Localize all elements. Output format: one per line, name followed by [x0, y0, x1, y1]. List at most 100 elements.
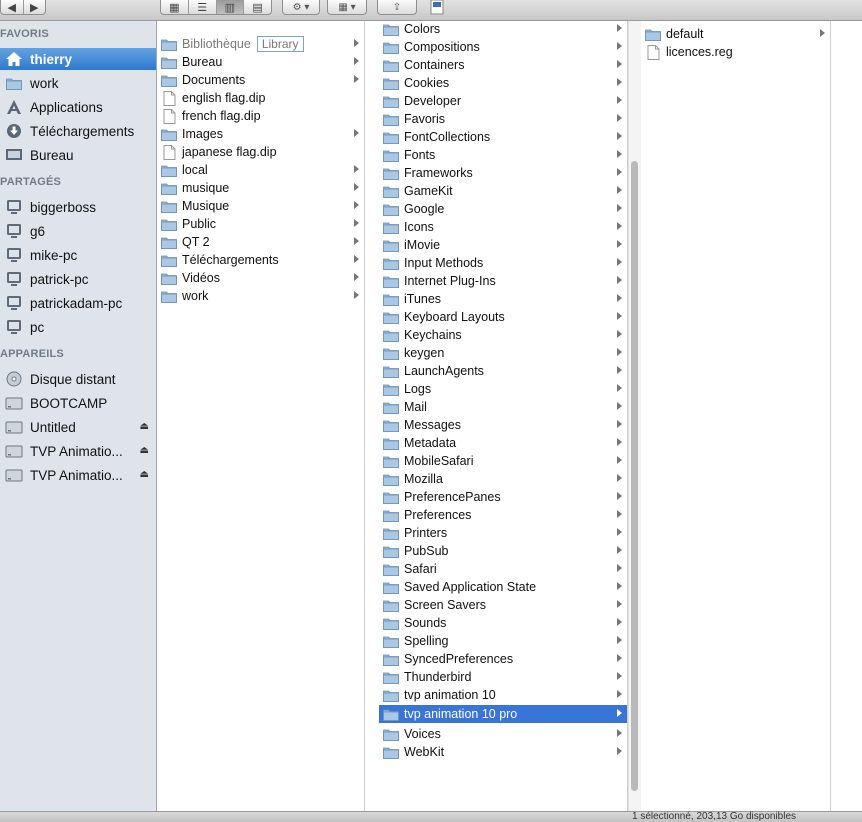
folder-row[interactable]: Colors: [379, 20, 627, 38]
sidebar-item[interactable]: thierry: [0, 48, 156, 70]
folder-row[interactable]: Téléchargements: [157, 251, 364, 269]
folder-row[interactable]: keygen: [379, 344, 627, 362]
sidebar-item[interactable]: biggerboss: [0, 196, 156, 218]
sidebar-item[interactable]: patrickadam-pc: [0, 292, 156, 314]
folder-row[interactable]: musique: [157, 179, 364, 197]
eject-icon[interactable]: ⏏: [140, 445, 149, 456]
folder-row[interactable]: Internet Plug-Ins: [379, 272, 627, 290]
folder-row[interactable]: Voices: [379, 725, 627, 743]
folder-row[interactable]: Public: [157, 215, 364, 233]
folder-row[interactable]: Fonts: [379, 146, 627, 164]
column-view-icon[interactable]: ▥: [216, 0, 245, 14]
forward-icon[interactable]: ▶: [24, 0, 46, 14]
folder-row[interactable]: PubSub: [379, 542, 627, 560]
folder-row[interactable]: tvp animation 10: [379, 686, 627, 704]
folder-row[interactable]: FontCollections: [379, 128, 627, 146]
folder-row[interactable]: Cookies: [379, 74, 627, 92]
folder-row[interactable]: Sounds: [379, 614, 627, 632]
back-icon[interactable]: ◀: [1, 0, 24, 14]
folder-row[interactable]: Compositions: [379, 38, 627, 56]
folder-row[interactable]: default: [641, 25, 830, 43]
folder-row[interactable]: Documents: [157, 71, 364, 89]
folder-row[interactable]: Logs: [379, 380, 627, 398]
folder-row[interactable]: Spelling: [379, 632, 627, 650]
icon-view-icon[interactable]: ▦: [161, 0, 189, 14]
list-view-icon[interactable]: ☰: [189, 0, 217, 14]
folder-row[interactable]: local: [157, 161, 364, 179]
item-label: Saved Application State: [404, 580, 537, 594]
item-label: musique: [182, 181, 230, 195]
item-label: Documents: [182, 73, 246, 87]
column-library[interactable]: Colors Compositions Containers Cookies Devel…: [379, 21, 628, 811]
back-forward-control[interactable]: ◀ ▶: [0, 0, 46, 15]
folder-row[interactable]: Keychains: [379, 326, 627, 344]
folder-row[interactable]: Input Methods: [379, 254, 627, 272]
folder-row[interactable]: work: [157, 287, 364, 305]
folder-row[interactable]: Developer: [379, 92, 627, 110]
folder-row[interactable]: Mozilla: [379, 470, 627, 488]
column-library-scrollbar[interactable]: [628, 21, 641, 811]
folder-row[interactable]: Bibliothèque Library: [157, 35, 364, 53]
folder-row[interactable]: Metadata: [379, 434, 627, 452]
share-button[interactable]: ⇪: [377, 0, 417, 15]
folder-row[interactable]: MobileSafari: [379, 452, 627, 470]
folder-row[interactable]: Icons: [379, 218, 627, 236]
scrollbar-thumb[interactable]: [631, 161, 638, 791]
folder-row[interactable]: QT 2: [157, 233, 364, 251]
folder-row[interactable]: Screen Savers: [379, 596, 627, 614]
column-home[interactable]: Bibliothèque Library Bureau Documents englis…: [157, 21, 365, 811]
folder-row[interactable]: PreferencePanes: [379, 488, 627, 506]
folder-row[interactable]: Saved Application State: [379, 578, 627, 596]
folder-row[interactable]: Vidéos: [157, 269, 364, 287]
sidebar-item[interactable]: Applications: [0, 96, 156, 118]
sidebar-item[interactable]: Untitled ⏏: [0, 416, 156, 438]
arrange-menu-button[interactable]: ▦ ▾: [327, 0, 367, 15]
file-row[interactable]: english flag.dip: [157, 89, 364, 107]
file-row[interactable]: japanese flag.dip: [157, 143, 364, 161]
sidebar-item[interactable]: mike-pc: [0, 244, 156, 266]
coverflow-view-icon[interactable]: ▤: [244, 0, 271, 14]
folder-row[interactable]: iMovie: [379, 236, 627, 254]
folder-row[interactable]: GameKit: [379, 182, 627, 200]
folder-row[interactable]: Printers: [379, 524, 627, 542]
folder-row[interactable]: tvp animation 10 pro: [379, 705, 627, 723]
folder-row[interactable]: LaunchAgents: [379, 362, 627, 380]
view-mode-control[interactable]: ▦ ☰ ▥ ▤: [160, 0, 272, 15]
folder-row[interactable]: Preferences: [379, 506, 627, 524]
sidebar-item[interactable]: Bureau: [0, 144, 156, 166]
file-row[interactable]: licences.reg: [641, 43, 830, 61]
sidebar-item[interactable]: pc: [0, 316, 156, 338]
column-tvp-animation[interactable]: default licences.reg: [641, 21, 831, 811]
folder-row[interactable]: Containers: [379, 56, 627, 74]
folder-row[interactable]: Thunderbird: [379, 668, 627, 686]
folder-row[interactable]: WebKit: [379, 743, 627, 761]
file-row[interactable]: french flag.dip: [157, 107, 364, 125]
sidebar-item[interactable]: work: [0, 72, 156, 94]
toolbar-file-icon[interactable]: [428, 0, 446, 15]
folder-icon: [161, 73, 177, 87]
folder-row[interactable]: Keyboard Layouts: [379, 308, 627, 326]
sidebar-item[interactable]: Téléchargements: [0, 120, 156, 142]
sidebar-item[interactable]: Disque distant: [0, 368, 156, 390]
sidebar-item[interactable]: BOOTCAMP: [0, 392, 156, 414]
sidebar-item[interactable]: TVP Animatio... ⏏: [0, 464, 156, 486]
folder-row[interactable]: Safari: [379, 560, 627, 578]
folder-row[interactable]: Mail: [379, 398, 627, 416]
folder-row[interactable]: iTunes: [379, 290, 627, 308]
folder-row[interactable]: Favoris: [379, 110, 627, 128]
sidebar-item[interactable]: g6: [0, 220, 156, 242]
sidebar-item[interactable]: TVP Animatio... ⏏: [0, 440, 156, 462]
folder-row[interactable]: Bureau: [157, 53, 364, 71]
disclosure-arrow-icon: [354, 291, 359, 299]
folder-row[interactable]: Images: [157, 125, 364, 143]
eject-icon[interactable]: ⏏: [140, 469, 149, 480]
folder-row[interactable]: Musique: [157, 197, 364, 215]
folder-row[interactable]: Google: [379, 200, 627, 218]
item-label: english flag.dip: [182, 91, 266, 105]
eject-icon[interactable]: ⏏: [140, 421, 149, 432]
sidebar-item[interactable]: patrick-pc: [0, 268, 156, 290]
folder-row[interactable]: Frameworks: [379, 164, 627, 182]
folder-row[interactable]: SyncedPreferences: [379, 650, 627, 668]
action-menu-button[interactable]: ⚙ ▾: [282, 0, 320, 15]
folder-row[interactable]: Messages: [379, 416, 627, 434]
